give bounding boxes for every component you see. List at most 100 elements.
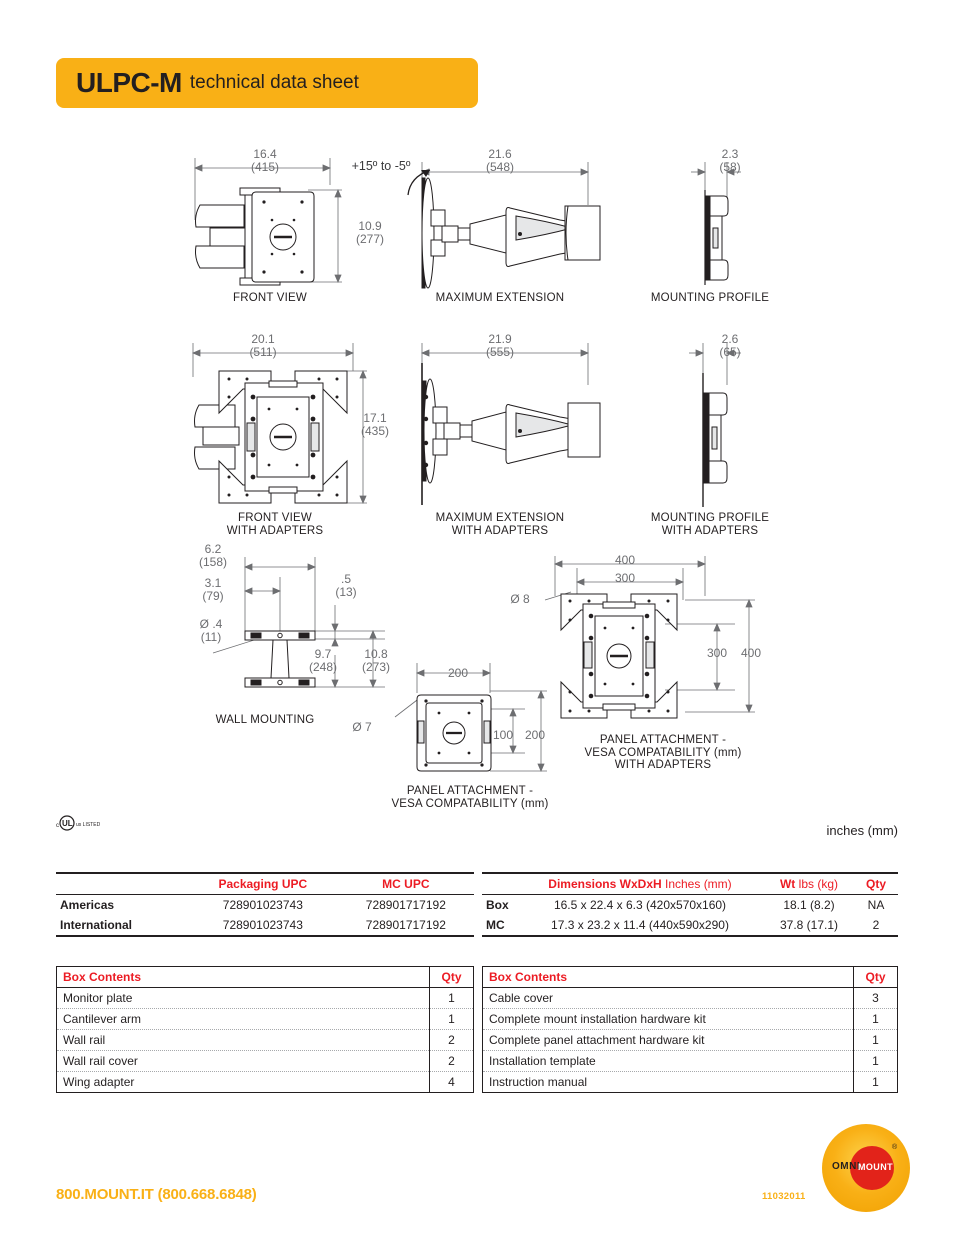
wall-mounting-d2: 3.1 (79) xyxy=(202,576,224,603)
vesa-height-100: 100 xyxy=(492,728,514,742)
wall-mounting-d3: .5 (13) xyxy=(335,572,357,599)
dim-header-blank xyxy=(482,872,516,895)
page-subtitle: technical data sheet xyxy=(189,72,359,93)
contents-qty: 1 xyxy=(853,1071,898,1093)
dimensions-table: Dimensions WxDxH Inches (mm) Wt lbs (kg)… xyxy=(482,872,898,937)
contents-item: Wing adapter xyxy=(63,1075,135,1089)
document-number: 11032011 xyxy=(762,1191,806,1202)
dim-header-weight: Wt lbs (kg) xyxy=(764,872,854,895)
front-view-label: FRONT VIEW xyxy=(233,292,307,304)
list-item: Complete panel attachment hardware kit 1 xyxy=(482,1029,898,1051)
list-item: Wall rail 2 xyxy=(56,1029,474,1051)
logo-mount-text: MOUNT xyxy=(858,1162,893,1172)
maximum-extension-adapters-width-dim: 21.9 (555) xyxy=(485,332,514,359)
contents-right-header-name: Box Contents xyxy=(482,966,854,988)
upc-row-region: International xyxy=(56,915,188,937)
contents-qty: 2 xyxy=(429,1050,474,1072)
contents-item: Installation template xyxy=(482,1050,854,1072)
contents-left-header-name: Box Contents xyxy=(56,966,430,988)
upc-header-mc: MC UPC xyxy=(337,872,474,895)
dim-header-dimensions: Dimensions WxDxH Inches (mm) xyxy=(516,872,764,895)
list-item: Cable cover 3 xyxy=(482,987,898,1009)
vesa-adapters-height-300: 300 xyxy=(706,646,728,660)
mounting-profile-adapters-depth-dim: 2.6 (65) xyxy=(719,332,741,359)
vesa-hole-dia-7: Ø 7 xyxy=(352,720,372,734)
technical-drawings-area: 16.4 (415) 10.9 (277) FRONT VIEW +15º to -… xyxy=(0,130,954,830)
dim-header-qty: Qty xyxy=(854,872,898,895)
page-title-model: ULPC-M xyxy=(76,67,182,98)
maximum-extension-adapters-drawing xyxy=(420,343,601,505)
vesa-adapters-height-400: 400 xyxy=(740,646,762,660)
svg-text:c: c xyxy=(56,823,59,829)
contents-qty: 1 xyxy=(429,1008,474,1030)
dim-row-dimensions: 16.5 x 22.4 x 6.3 (420x570x160) xyxy=(553,898,727,912)
dim-row-weight: 37.8 (17.1) xyxy=(764,915,854,937)
front-view-adapters-label: FRONT VIEW WITH ADAPTERS xyxy=(226,512,324,537)
mounting-profile-adapters-drawing xyxy=(689,343,741,507)
contents-item: Wall rail xyxy=(56,1029,430,1051)
upc-row-mc: 728901717192 xyxy=(337,915,474,937)
contents-left-header-qty: Qty xyxy=(429,966,474,988)
table-row: International 728901023743 728901717192 xyxy=(56,915,474,937)
ul-listed-icon: c UL us LISTED xyxy=(56,813,104,838)
dim-row-weight: 18.1 (8.2) xyxy=(783,898,835,912)
list-item: Cantilever arm 1 xyxy=(56,1008,474,1030)
upc-table: Packaging UPC MC UPC Americas 7289010237… xyxy=(56,872,474,937)
front-view-width-dim: 16.4 (415) xyxy=(250,147,279,174)
dim-row-qty: NA xyxy=(867,898,885,912)
wall-mounting-hole-dim: Ø .4 (11) xyxy=(199,617,223,644)
maximum-extension-label: MAXIMUM EXTENSION xyxy=(435,292,565,304)
list-item: Wing adapter 4 xyxy=(57,1071,474,1093)
contents-qty: 2 xyxy=(429,1029,474,1051)
contents-qty: 4 xyxy=(429,1071,474,1093)
omnimount-logo: OMNI MOUNT ® xyxy=(822,1124,910,1212)
maximum-extension-adapters-label: MAXIMUM EXTENSION WITH ADAPTERS xyxy=(435,512,565,537)
contents-item: Monitor plate xyxy=(56,987,430,1009)
dim-row-qty: 2 xyxy=(854,915,898,937)
front-view-adapters-width-dim: 20.1 (511) xyxy=(249,332,277,359)
mounting-profile-adapters-label: MOUNTING PROFILE WITH ADAPTERS xyxy=(650,512,770,537)
dim-row-dimensions: 17.3 x 23.2 x 11.4 (440x590x290) xyxy=(516,915,764,937)
panel-attachment-vesa-adapters-label: PANEL ATTACHMENT - VESA COMPATABILITY (m… xyxy=(584,734,742,771)
vesa-adapters-width-300: 300 xyxy=(614,571,636,585)
contents-qty: 1 xyxy=(853,1029,898,1051)
dim-row-name: Box xyxy=(486,898,509,912)
svg-text:us LISTED: us LISTED xyxy=(76,822,101,828)
upc-header-packaging: Packaging UPC xyxy=(188,872,338,895)
dim-row-name: MC xyxy=(482,915,516,937)
list-item: Wall rail cover 2 xyxy=(56,1050,474,1072)
contents-item: Complete mount installation hardware kit xyxy=(482,1008,854,1030)
table-row: Americas 728901023743 728901717192 xyxy=(56,895,474,916)
vesa-adapters-hole-dia-8: Ø 8 xyxy=(510,592,530,606)
upc-row-packaging: 728901023743 xyxy=(188,915,338,937)
contents-item: Instruction manual xyxy=(489,1075,588,1089)
contents-item: Cantilever arm xyxy=(56,1008,430,1030)
wall-mounting-label: WALL MOUNTING xyxy=(215,714,315,726)
contents-right-header-qty: Qty xyxy=(853,966,898,988)
contents-item: Wall rail cover xyxy=(56,1050,430,1072)
list-item: Instruction manual 1 xyxy=(483,1071,898,1093)
contents-item: Complete panel attachment hardware kit xyxy=(482,1029,854,1051)
svg-text:UL: UL xyxy=(62,819,73,828)
wall-mounting-d1: 6.2 (158) xyxy=(198,542,227,569)
front-view-height-dim: 10.9 (277) xyxy=(355,219,384,246)
list-item: Complete mount installation hardware kit… xyxy=(482,1008,898,1030)
list-item: Monitor plate 1 xyxy=(56,987,474,1009)
upc-row-region: Americas xyxy=(60,898,115,912)
footer-phone[interactable]: 800.MOUNT.IT (800.668.6848) xyxy=(56,1186,257,1203)
vesa-adapters-width-400: 400 xyxy=(614,553,636,567)
mounting-profile-label: MOUNTING PROFILE xyxy=(650,292,770,304)
mounting-profile-depth-dim: 2.3 (58) xyxy=(719,147,741,174)
wall-mounting-d4: 9.7 (248) xyxy=(308,647,337,674)
upc-header-blank xyxy=(56,872,188,895)
units-note: inches (mm) xyxy=(826,823,898,838)
logo-omni-text: OMNI xyxy=(832,1161,861,1172)
maximum-extension-width-dim: 21.6 (548) xyxy=(485,147,514,174)
header-banner: ULPC-M technical data sheet xyxy=(56,58,478,108)
contents-qty: 1 xyxy=(853,1008,898,1030)
contents-qty: 1 xyxy=(853,1050,898,1072)
upc-row-mc: 728901717192 xyxy=(365,898,446,912)
logo-trademark-symbol: ® xyxy=(892,1144,898,1151)
table-row: Box 16.5 x 22.4 x 6.3 (420x570x160) 18.1… xyxy=(482,895,898,916)
upc-row-packaging: 728901023743 xyxy=(222,898,303,912)
